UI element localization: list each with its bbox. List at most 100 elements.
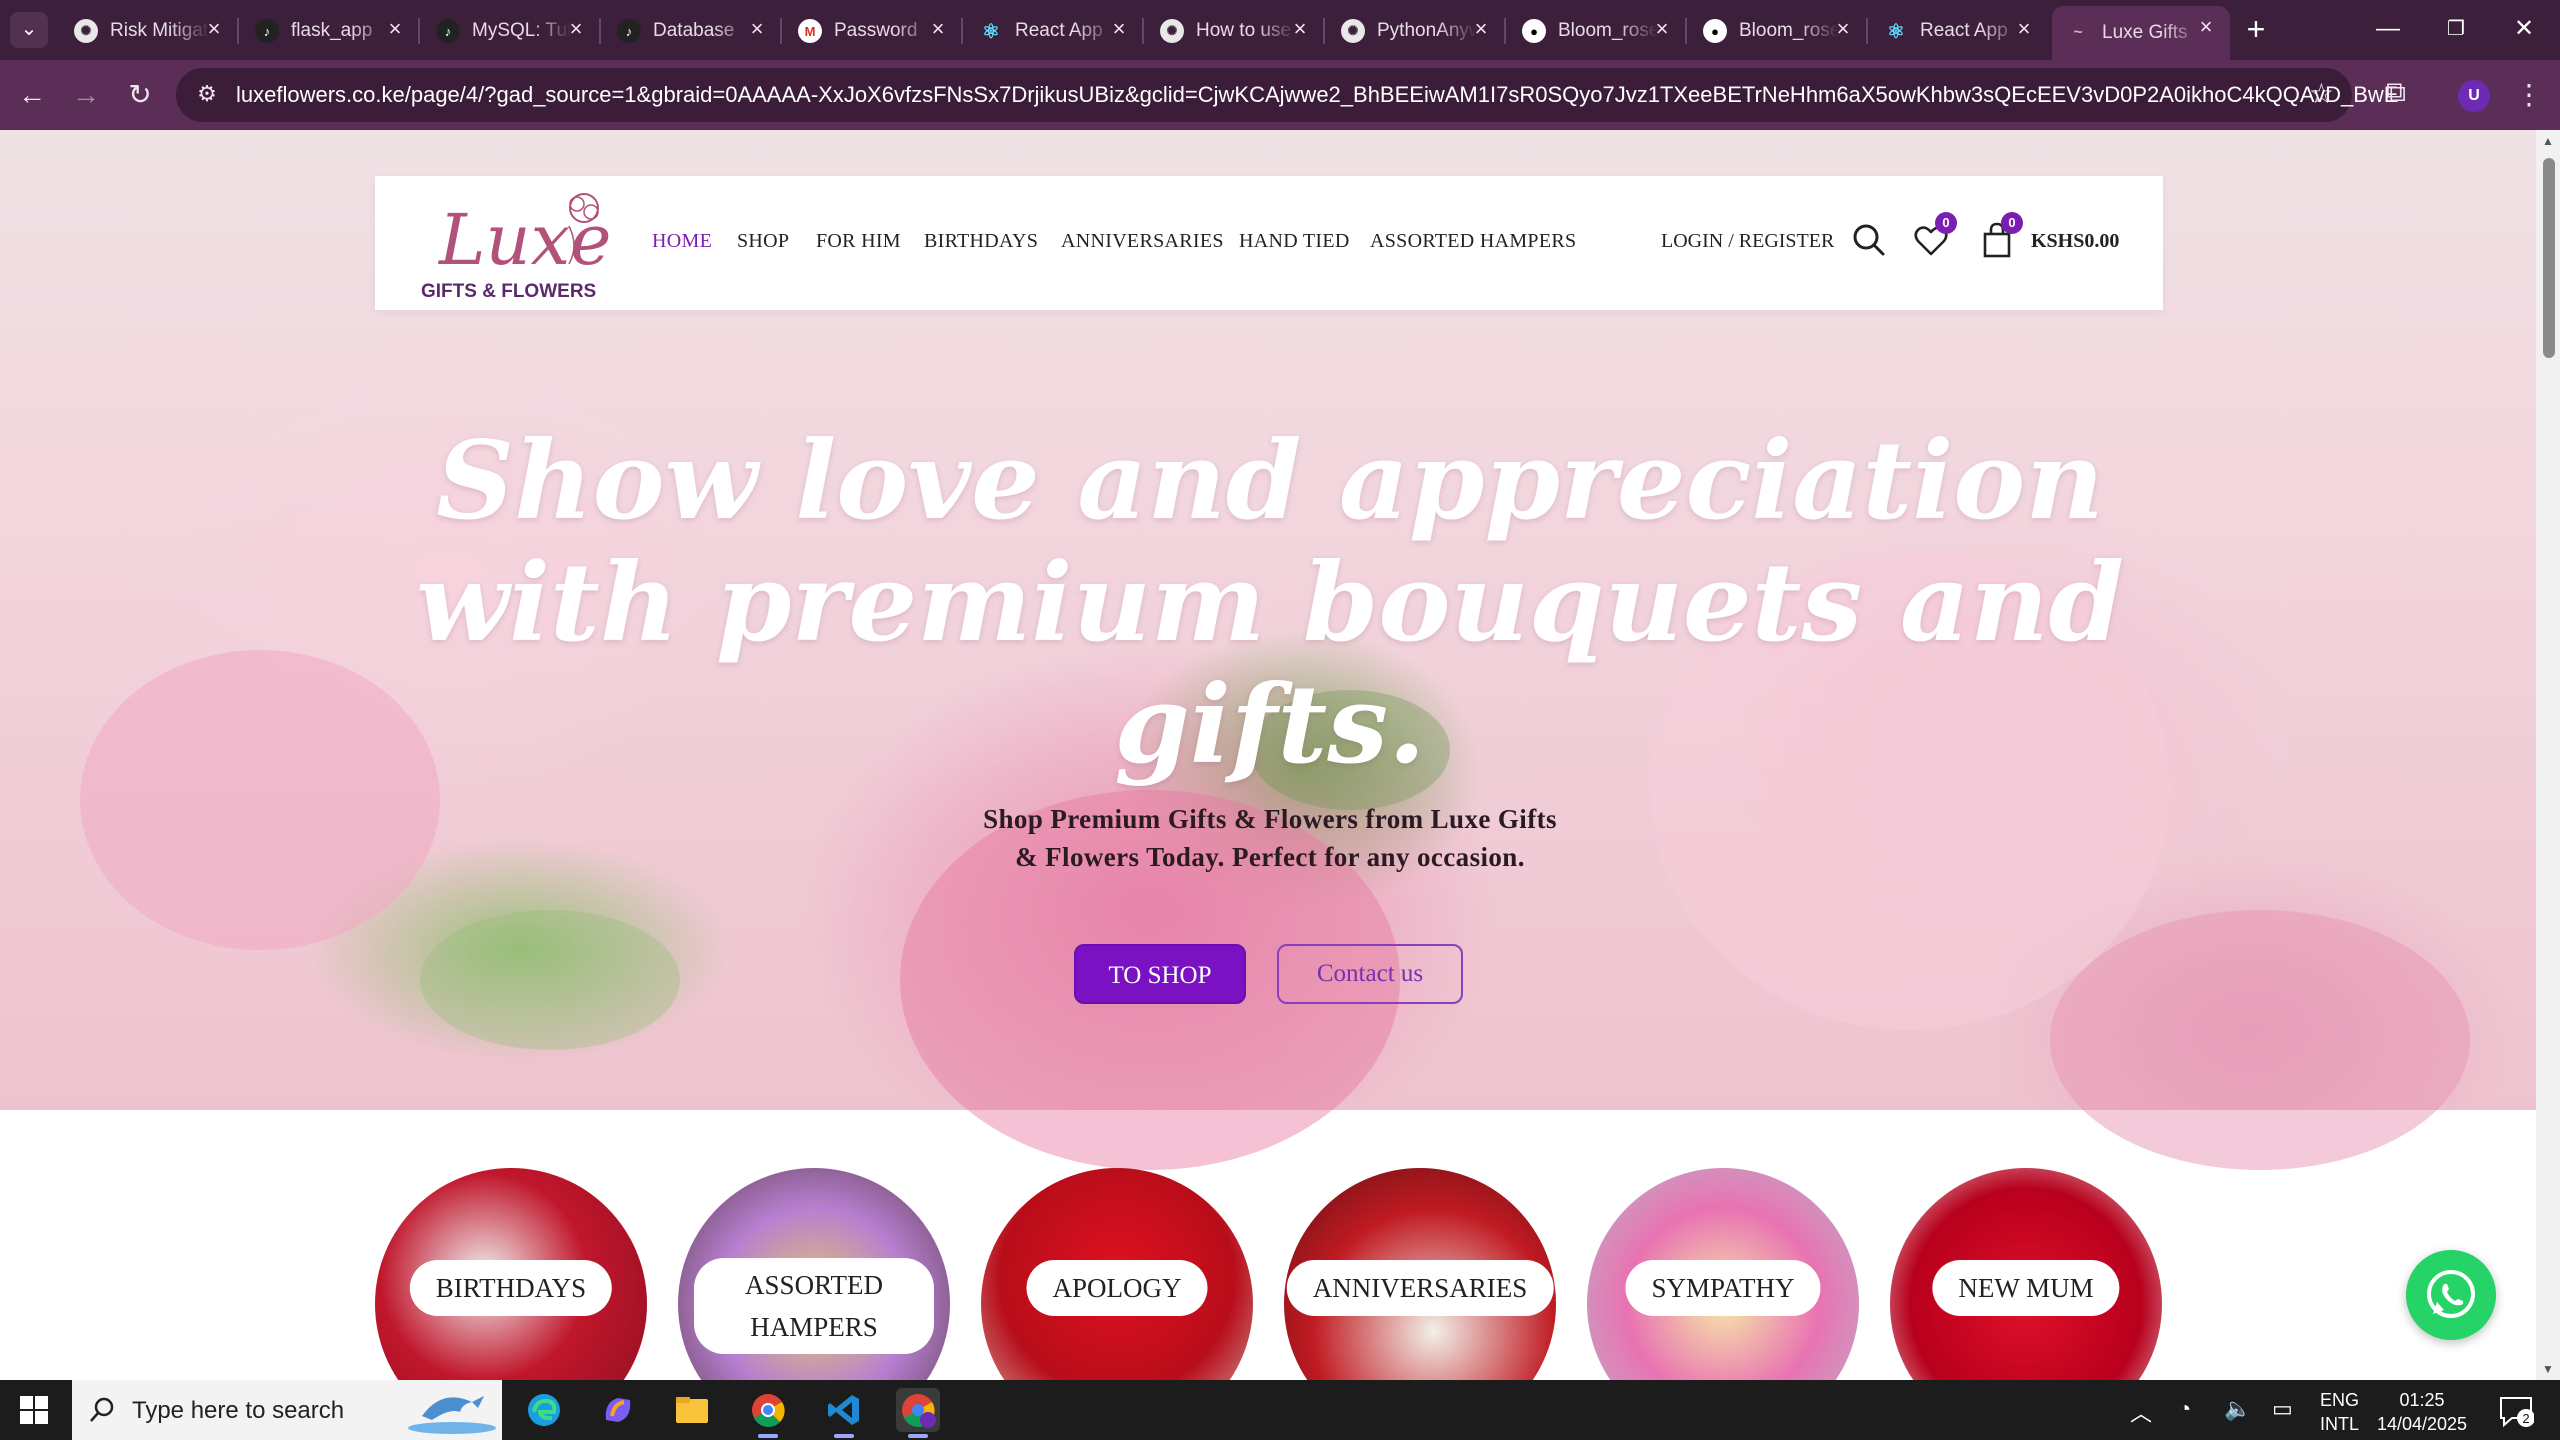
browser-tab[interactable]: ● Bloom_rose × [1689, 8, 1868, 54]
nav-anniversaries[interactable]: ANNIVERSARIES [1061, 230, 1224, 253]
chrome-profile-app-icon[interactable] [896, 1388, 940, 1438]
openai-icon: ✺ [1341, 19, 1365, 43]
browser-tab[interactable]: ♪ flask_app × [241, 8, 420, 54]
browser-tab[interactable]: ♪ MySQL: Tutorial × [422, 8, 601, 54]
tiktok-icon: ♪ [436, 19, 460, 43]
close-tab-icon[interactable]: × [2194, 16, 2218, 40]
hero-title: Show love and appreciation with premium … [416, 418, 2124, 788]
category-label: BIRTHDAYS [409, 1260, 613, 1316]
scrollbar-thumb[interactable] [2543, 158, 2555, 358]
category-apology[interactable]: APOLOGY [981, 1168, 1253, 1380]
login-register-link[interactable]: LOGIN / REGISTER [1661, 230, 1834, 253]
site-header: Luxe GIFTS & FLOWERS HOME SHOP FOR HIM B… [375, 176, 2163, 310]
file-explorer-icon[interactable] [670, 1388, 714, 1432]
forward-button[interactable]: → [66, 76, 106, 116]
search-placeholder: Type here to search [132, 1397, 345, 1424]
network-icon[interactable]: ◔ [2178, 1396, 2191, 1422]
react-icon: ⚛ [1887, 20, 1905, 43]
minimize-button[interactable]: — [2360, 10, 2416, 50]
close-tab-icon[interactable]: × [1650, 18, 1674, 42]
close-tab-icon[interactable]: × [1831, 18, 1855, 42]
url-text[interactable]: luxeflowers.co.ke/page/4/?gad_source=1&g… [236, 82, 2398, 108]
browser-tab[interactable]: ✺ Risk Mitigation × [60, 8, 239, 54]
nav-home[interactable]: HOME [652, 230, 712, 253]
browser-tab[interactable]: ⚛ React App × [965, 8, 1144, 54]
scroll-down-arrow[interactable]: ▼ [2540, 1362, 2556, 1376]
svg-text:Luxe: Luxe [437, 199, 611, 281]
back-button[interactable]: ← [12, 76, 52, 116]
close-window-button[interactable]: ✕ [2496, 10, 2552, 50]
extensions-icon[interactable]: ⧉ [2376, 76, 2416, 116]
clock-time: 01:25 [2399, 1390, 2445, 1410]
browser-tab[interactable]: ♪ Database × [603, 8, 782, 54]
profile-avatar[interactable]: U [2458, 80, 2490, 112]
openai-icon: ✺ [74, 19, 98, 43]
nav-birthdays[interactable]: BIRTHDAYS [924, 230, 1038, 253]
system-clock[interactable]: 01:25 14/04/2025 [2372, 1388, 2472, 1436]
nav-hand-tied[interactable]: HAND TIED [1239, 230, 1350, 253]
browser-tab[interactable]: ✺ PythonAnywhere × [1327, 8, 1506, 54]
whatsapp-chat-button[interactable] [2406, 1250, 2496, 1340]
close-tab-icon[interactable]: × [745, 18, 769, 42]
search-icon [90, 1397, 114, 1422]
browser-tab-active[interactable]: ~ Luxe Gifts × [2052, 6, 2230, 60]
battery-icon[interactable]: ▭ [2272, 1396, 2293, 1422]
contact-us-button[interactable]: Contact us [1277, 944, 1463, 1004]
hero-section: Luxe GIFTS & FLOWERS HOME SHOP FOR HIM B… [0, 130, 2536, 1170]
copilot-app-icon[interactable] [596, 1388, 640, 1432]
browser-tab[interactable]: ✺ How to use × [1146, 8, 1325, 54]
close-tab-icon[interactable]: × [383, 18, 407, 42]
new-tab-button[interactable]: + [2236, 10, 2276, 50]
gmail-icon: M [798, 19, 822, 43]
luxe-logo[interactable]: Luxe GIFTS & FLOWERS [419, 186, 619, 302]
browser-tab[interactable]: M Password × [784, 8, 963, 54]
page-viewport: Luxe GIFTS & FLOWERS HOME SHOP FOR HIM B… [0, 130, 2560, 1380]
bookmark-star-icon[interactable]: ☆ [2309, 78, 2334, 110]
browser-tab[interactable]: ⚛ React App × [1870, 8, 2048, 54]
nav-assorted-hampers[interactable]: ASSORTED HAMPERS [1370, 230, 1576, 253]
close-tab-icon[interactable]: × [2012, 18, 2036, 42]
nav-for-him[interactable]: FOR HIM [816, 230, 901, 253]
edge-app-icon[interactable] [522, 1388, 566, 1432]
restore-button[interactable]: ❐ [2428, 10, 2484, 50]
category-anniversaries[interactable]: ANNIVERSARIES [1284, 1168, 1556, 1380]
notification-center-icon[interactable]: 2 [2498, 1394, 2534, 1428]
browser-menu-icon[interactable]: ⋮ [2514, 76, 2544, 116]
category-birthdays[interactable]: BIRTHDAYS [375, 1168, 647, 1380]
github-icon: ● [1703, 19, 1727, 43]
input-language-indicator[interactable]: ENG INTL [2320, 1388, 2359, 1436]
vscode-app-icon[interactable] [822, 1388, 866, 1438]
close-tab-icon[interactable]: × [1107, 18, 1131, 42]
tiktok-icon: ♪ [617, 19, 641, 43]
close-tab-icon[interactable]: × [202, 18, 226, 42]
github-icon: ● [1522, 19, 1546, 43]
category-label: ANNIVERSARIES [1286, 1260, 1554, 1316]
clock-date: 14/04/2025 [2376, 1414, 2468, 1434]
close-tab-icon[interactable]: × [1288, 18, 1312, 42]
reload-button[interactable]: ↻ [120, 76, 160, 116]
address-bar[interactable]: ⚙ luxeflowers.co.ke/page/4/?gad_source=1… [176, 68, 2398, 122]
browser-tab[interactable]: ● Bloom_rose × [1508, 8, 1687, 54]
show-hidden-icons-chevron[interactable]: ︿ [2130, 1396, 2152, 1428]
chrome-app-icon[interactable] [746, 1388, 790, 1438]
page-scrollbar[interactable]: ▲ ▼ [2536, 130, 2560, 1380]
to-shop-button[interactable]: TO SHOP [1074, 944, 1246, 1004]
category-sympathy[interactable]: SYMPATHY [1587, 1168, 1859, 1380]
site-info-icon[interactable]: ⚙ [190, 78, 224, 112]
category-new-mum[interactable]: NEW MUM [1890, 1168, 2162, 1380]
volume-icon[interactable]: 🔈 [2224, 1396, 2251, 1422]
windows-start-icon[interactable] [20, 1396, 48, 1424]
search-highlight-dolphin-icon [408, 1396, 496, 1434]
search-icon[interactable] [1849, 220, 1889, 260]
category-label: SYMPATHY [1625, 1260, 1821, 1316]
cart-total[interactable]: KSHS0.00 [2031, 230, 2119, 253]
wishlist-count-badge: 0 [1935, 212, 1957, 234]
close-tab-icon[interactable]: × [564, 18, 588, 42]
close-tab-icon[interactable]: × [926, 18, 950, 42]
taskbar-search-box[interactable]: Type here to search [72, 1380, 502, 1440]
nav-shop[interactable]: SHOP [737, 230, 789, 253]
category-assorted-hampers[interactable]: ASSORTED HAMPERS [678, 1168, 950, 1380]
scroll-up-arrow[interactable]: ▲ [2540, 134, 2556, 148]
tab-search-button[interactable]: ⌄ [10, 12, 48, 48]
close-tab-icon[interactable]: × [1469, 18, 1493, 42]
